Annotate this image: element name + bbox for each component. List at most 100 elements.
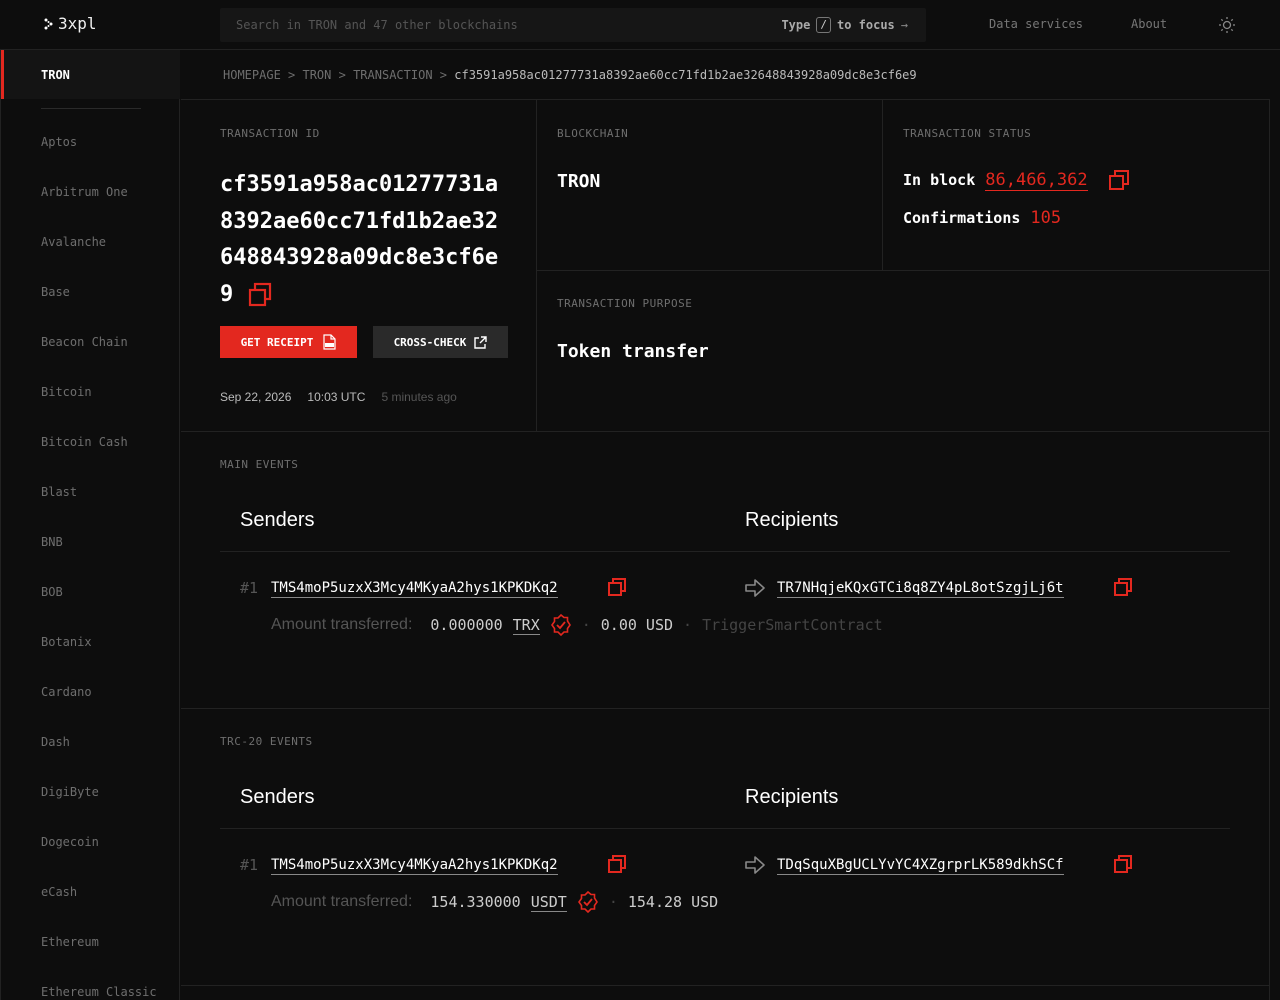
breadcrumb-tron[interactable]: TRON [302,68,331,82]
sidebar-item-digibyte[interactable]: DigiByte [41,785,99,799]
divider [1269,100,1270,1000]
verified-icon [577,891,598,913]
sidebar-item-dash[interactable]: Dash [41,735,70,749]
search-hint-type: Type [781,18,811,32]
time-ago: 5 minutes ago [381,390,457,404]
sidebar-item-ethereum[interactable]: Ethereum [41,935,99,949]
sidebar-item-cardano[interactable]: Cardano [41,685,92,699]
senders-heading: Senders [240,786,315,808]
divider [537,270,1270,271]
copy-icon[interactable] [607,854,627,874]
divider [536,100,537,431]
token-link[interactable]: TRX [512,616,540,635]
external-link-icon [474,335,488,349]
block-link[interactable]: 86,466,362 [985,170,1088,191]
date: Sep 22, 2026 [220,390,292,404]
arrow-right-icon [745,856,765,874]
verified-icon [550,614,571,636]
logo-icon [44,18,53,29]
arrow-right-icon: → [900,18,908,32]
usd-value: 0.00 USD [600,616,674,634]
separator-dot: · [581,616,591,634]
pdf-icon [323,334,337,350]
divider [220,828,1230,829]
nav-about[interactable]: About [1131,17,1167,31]
search-hint-focus: to focus [836,18,895,32]
copy-icon[interactable] [1113,577,1133,597]
senders-heading: Senders [240,509,315,531]
logo[interactable]: 3xpl [44,14,97,33]
divider [181,431,1270,432]
copy-icon[interactable] [247,282,273,308]
transaction-id-block: cf3591a958ac01277731a8392ae60cc71fd1b2ae… [220,167,500,313]
token-link[interactable]: USDT [530,893,567,912]
search-box[interactable]: Type / to focus → [220,8,926,42]
amount-value: 0.000000 [430,616,503,634]
transaction-status-label: TRANSACTION STATUS [903,127,1032,140]
event-index: #1 [240,856,259,874]
cross-check-button[interactable]: CROSS-CHECK [373,326,508,358]
sidebar-item-botanix[interactable]: Botanix [41,635,92,649]
sidebar: TRON Aptos Arbitrum One Avalanche Base B… [0,50,180,1000]
divider [181,708,1270,709]
breadcrumb-current: cf3591a958ac01277731a8392ae60cc71fd1b2ae… [454,68,917,82]
sidebar-item-aptos[interactable]: Aptos [41,135,77,149]
confirmations-row: Confirmations 105 [903,208,1061,228]
search-hint: Type / to focus → [781,17,908,33]
sender-address[interactable]: TMS4moP5uzxX3Mcy4MKyaA2hys1KPKDKq2 [271,856,558,875]
divider [882,100,883,270]
sidebar-item-arbitrum-one[interactable]: Arbitrum One [41,185,128,199]
blockchain-value: TRON [557,171,601,192]
get-receipt-label: GET RECEIPT [240,335,314,349]
sidebar-item-ecash[interactable]: eCash [41,885,77,899]
breadcrumb-homepage[interactable]: HOMEPAGE [223,68,281,82]
sidebar-item-ethereum-classic[interactable]: Ethereum Classic [41,985,157,999]
sidebar-item-bitcoin-cash[interactable]: Bitcoin Cash [41,435,128,449]
recipient-address[interactable]: TR7NHqjeKQxGTCi8q8ZY4pL8otSzgjLj6t [777,579,1064,598]
separator-dot: · [683,616,693,634]
breadcrumb-transaction[interactable]: TRANSACTION [353,68,432,82]
sidebar-item-bitcoin[interactable]: Bitcoin [41,385,92,399]
search-input[interactable] [236,8,756,42]
sidebar-item-tron[interactable]: TRON [1,50,180,99]
breadcrumb: HOMEPAGE > TRON > TRANSACTION > cf3591a9… [223,68,917,82]
sidebar-item-beacon-chain[interactable]: Beacon Chain [41,335,128,349]
cross-check-label: CROSS-CHECK [393,335,467,349]
recipient-address[interactable]: TDqSquXBgUCLYvYC4XZgrprLK589dkhSCf [777,856,1064,875]
arrow-right-icon [745,579,765,597]
timestamp: Sep 22, 2026 10:03 UTC 5 minutes ago [220,390,457,404]
sidebar-item-label: TRON [41,68,70,82]
sidebar-item-avalanche[interactable]: Avalanche [41,235,106,249]
sidebar-item-base[interactable]: Base [41,285,70,299]
nav-data-services[interactable]: Data services [989,17,1083,31]
confirmations-count: 105 [1030,208,1062,228]
sender-address[interactable]: TMS4moP5uzxX3Mcy4MKyaA2hys1KPKDKq2 [271,579,558,598]
recipients-heading: Recipients [745,786,839,808]
sidebar-item-dogecoin[interactable]: Dogecoin [41,835,99,849]
time: 10:03 UTC [307,390,366,404]
copy-icon[interactable] [1113,854,1133,874]
get-receipt-button[interactable]: GET RECEIPT [220,326,357,358]
sidebar-divider [41,108,141,109]
usd-value: 154.28 USD [627,893,719,911]
main-content: HOMEPAGE > TRON > TRANSACTION > cf3591a9… [181,50,1270,1000]
in-block-label: In block [903,171,976,189]
amount-row: Amount transferred: 0.000000 TRX · 0.00 … [271,614,883,636]
sun-icon[interactable] [1218,16,1236,34]
recipients-heading: Recipients [745,509,839,531]
copy-icon[interactable] [1108,169,1130,191]
blockchain-label: BLOCKCHAIN [557,127,629,140]
transaction-purpose-label: TRANSACTION PURPOSE [557,297,693,310]
in-block-row: In block 86,466,362 [903,169,1130,191]
slash-key: / [816,17,831,33]
amount-label: Amount transferred: [271,616,413,633]
amount-label: Amount transferred: [271,893,413,910]
divider [181,985,1270,986]
sidebar-item-bnb[interactable]: BNB [41,535,63,549]
copy-icon[interactable] [607,577,627,597]
sidebar-item-blast[interactable]: Blast [41,485,77,499]
confirmations-label: Confirmations [903,209,1021,227]
method-name: TriggerSmartContract [702,616,883,634]
sidebar-item-bob[interactable]: BOB [41,585,63,599]
top-bar: 3xpl Type / to focus → Data services Abo… [0,0,1280,50]
